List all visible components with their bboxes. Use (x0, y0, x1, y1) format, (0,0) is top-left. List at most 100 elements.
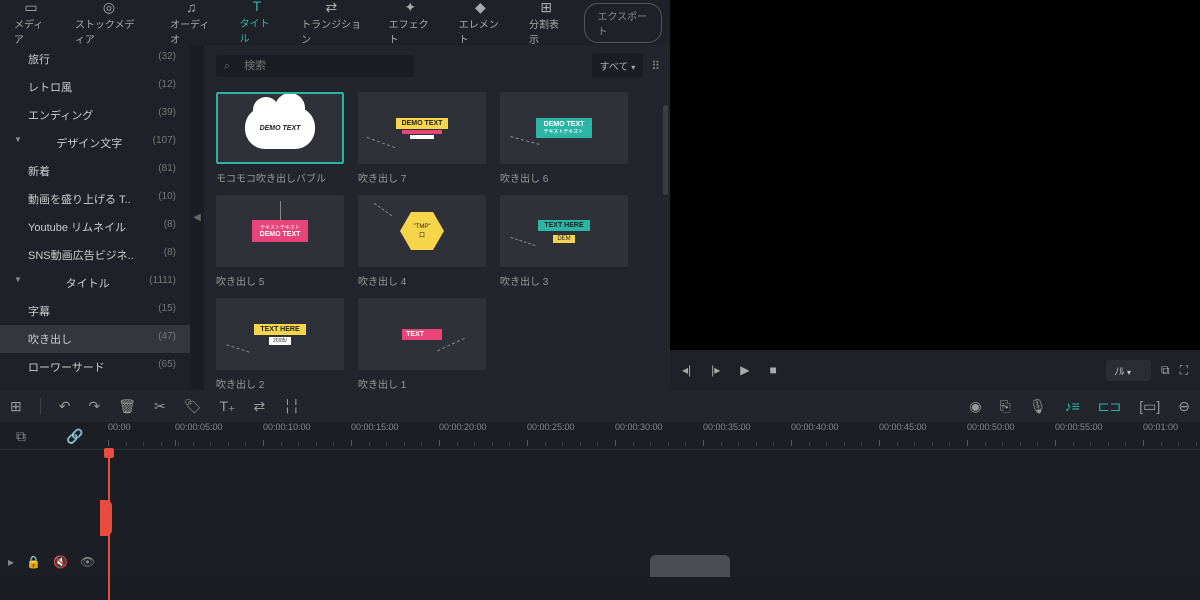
ruler-tick: 00:00:35:00 (703, 422, 751, 432)
ruler-tick: 00:00:15:00 (351, 422, 399, 432)
link-icon[interactable]: 🔗 (66, 428, 83, 445)
tag-icon[interactable]: 🏷 (184, 398, 202, 415)
lock-icon[interactable]: 🔒 (26, 555, 41, 569)
mixer-icon[interactable]: ♪≡ (1065, 398, 1080, 415)
effect-icon: ✦ (404, 0, 416, 14)
stop-button[interactable]: ■ (770, 363, 777, 377)
ruler-tick: 00:00:25:00 (527, 422, 575, 432)
thumbnail-item[interactable]: TEXT HEREDEM吹き出し 3 (500, 195, 628, 288)
tab-split[interactable]: ⊞分割表示 (523, 0, 570, 50)
snapshot-button[interactable]: ⧉ (1161, 363, 1170, 378)
ruler-tick: 00:00:55:00 (1055, 422, 1103, 432)
search-input[interactable] (216, 55, 414, 77)
thumbnail-caption: 吹き出し 6 (500, 170, 628, 185)
element-icon: ◆ (475, 0, 486, 14)
collapse-sidebar-handle[interactable]: ◀ (190, 45, 204, 390)
next-frame-button[interactable]: |▸ (711, 363, 720, 377)
copy-icon[interactable]: ⧉ (16, 428, 26, 445)
timeline-toolbar: ⊞ ↶ ↷ 🗑 ✂ 🏷 T₊ ⇄ ╎╎ ◉ ⎘ 🎙 ♪≡ ⊏⊐ [▭] ⊖ (0, 390, 1200, 422)
sidebar-item-new[interactable]: 新着(81) (0, 157, 190, 185)
redo-button[interactable]: ↷ (88, 398, 100, 415)
record-icon[interactable]: ◉ (969, 398, 981, 415)
grid-view-icon[interactable]: ⠿ (651, 59, 658, 73)
export-button[interactable]: エクスポート (584, 3, 662, 43)
quality-select[interactable]: ﾉﾙ ▾ (1106, 360, 1151, 381)
thumbnail-caption: 吹き出し 3 (500, 273, 628, 288)
sidebar-item-boost[interactable]: 動画を盛り上げる T..(10) (0, 185, 190, 213)
timeline-tracks[interactable]: ▸ 🔒 🔇 👁 (0, 450, 1200, 577)
sidebar-group-design[interactable]: デザイン文字(107) (0, 129, 190, 157)
prev-frame-button[interactable]: ◂| (682, 363, 691, 377)
clip[interactable] (100, 500, 112, 536)
snap-icon[interactable]: ⊏⊐ (1098, 398, 1121, 415)
ruler-tick: 00:00:30:00 (615, 422, 663, 432)
thumbnail-item[interactable]: TEXT 吹き出し 1 (358, 298, 486, 390)
sidebar-item-subtitle[interactable]: 字幕(15) (0, 297, 190, 325)
ruler-tick: 00:00:20:00 (439, 422, 487, 432)
ruler-tick: 00:00:10:00 (263, 422, 311, 432)
audio-icon: ♫ (186, 0, 197, 14)
sidebar-item-lowerthird[interactable]: ローワーサード(65) (0, 353, 190, 381)
chevron-down-icon: ▾ (631, 63, 635, 72)
thumbnail-item[interactable]: TEXT HERE20/05/吹き出し 2 (216, 298, 344, 390)
text-add-button[interactable]: T₊ (220, 398, 236, 415)
tab-element[interactable]: ◆エレメント (453, 0, 508, 50)
sidebar-item-youtube[interactable]: Youtube リムネイル(8) (0, 213, 190, 241)
thumbnail-item[interactable]: "TMP"口吹き出し 4 (358, 195, 486, 288)
preview-video[interactable] (670, 0, 1200, 350)
transition-icon: ⇄ (326, 0, 338, 14)
thumbnail-caption: 吹き出し 2 (216, 376, 344, 390)
preview-panel: ◂| |▸ ▶ ■ ﾉﾙ ▾ ⧉ ⛶ (670, 0, 1200, 390)
scrollbar-thumb[interactable] (663, 105, 668, 195)
sidebar-item-ending[interactable]: エンディング(39) (0, 101, 190, 129)
play-button[interactable]: ▶ (740, 363, 749, 377)
title-icon: T (253, 0, 262, 13)
sidebar-item-sns[interactable]: SNS動画広告ビジネ..(8) (0, 241, 190, 269)
split-icon: ⊞ (540, 0, 552, 14)
ruler-tick: 00:00:40:00 (791, 422, 839, 432)
thumbnail-caption: 吹き出し 7 (358, 170, 486, 185)
meter-icon[interactable]: ╎╎ (283, 398, 300, 415)
category-sidebar: 旅行(32) レトロ風(12) エンディング(39) デザイン文字(107) 新… (0, 45, 190, 390)
thumbnail-caption: 吹き出し 5 (216, 273, 344, 288)
panel-resize-handle[interactable] (650, 555, 730, 577)
tab-audio[interactable]: ♫オーディオ (164, 0, 219, 50)
sidebar-group-title[interactable]: タイトル(1111) (0, 269, 190, 297)
thumbnail-caption: モコモコ吹き出しバブル (216, 170, 344, 185)
ruler-tick: 00:00 (108, 422, 131, 432)
stock-icon: ◎ (103, 0, 115, 14)
media-icon: ▭ (24, 0, 37, 14)
thumbnail-item[interactable]: DEMO TEXTモコモコ吹き出しバブル (216, 92, 344, 185)
cut-button[interactable]: ✂ (154, 398, 166, 415)
layout-icon[interactable]: ⊞ (10, 398, 22, 415)
thumbnail-item[interactable]: テキストテキストDEMO TEXT吹き出し 5 (216, 195, 344, 288)
mic-icon[interactable]: 🎙 (1029, 398, 1047, 415)
thumbnail-caption: 吹き出し 1 (358, 376, 486, 390)
marker-icon[interactable]: ⎘ (1000, 398, 1011, 415)
filter-dropdown[interactable]: すべて ▾ (592, 53, 644, 78)
fit-icon[interactable]: [▭] (1139, 398, 1160, 415)
thumbnail-item[interactable]: DEMO TEXT吹き出し 7 (358, 92, 486, 185)
search-icon: ⌕ (224, 60, 230, 73)
zoom-out-icon[interactable]: ⊖ (1178, 398, 1190, 415)
delete-button[interactable]: 🗑 (118, 398, 136, 415)
thumbnail-item[interactable]: DEMO TEXTテキストテキスト吹き出し 6 (500, 92, 628, 185)
mute-icon[interactable]: 🔇 (53, 555, 68, 569)
undo-button[interactable]: ↶ (59, 398, 71, 415)
ruler-tick: 00:00:50:00 (967, 422, 1015, 432)
fullscreen-button[interactable]: ⛶ (1180, 363, 1188, 378)
tab-title[interactable]: Tタイトル (234, 0, 281, 51)
tab-stock[interactable]: ◎ストックメディア (69, 0, 149, 50)
ruler-tick: 00:01:00 (1143, 422, 1178, 432)
tab-media[interactable]: ▭メディア (8, 0, 54, 50)
sidebar-item-callout[interactable]: 吹き出し(47) (0, 325, 190, 353)
track-settings-icon[interactable]: ▸ (8, 555, 14, 569)
adjust-icon[interactable]: ⇄ (253, 398, 265, 415)
visibility-icon[interactable]: 👁 (80, 555, 95, 569)
sidebar-item-retro[interactable]: レトロ風(12) (0, 73, 190, 101)
tab-effect[interactable]: ✦エフェクト (383, 0, 438, 50)
sidebar-item-travel[interactable]: 旅行(32) (0, 45, 190, 73)
timeline-ruler[interactable]: ⧉ 🔗 00:00 00:00:05:00 00:00:10:00 00:00:15:… (0, 422, 1200, 450)
tab-transition[interactable]: ⇄トランジション (295, 0, 367, 50)
ruler-tick: 00:00:05:00 (175, 422, 223, 432)
